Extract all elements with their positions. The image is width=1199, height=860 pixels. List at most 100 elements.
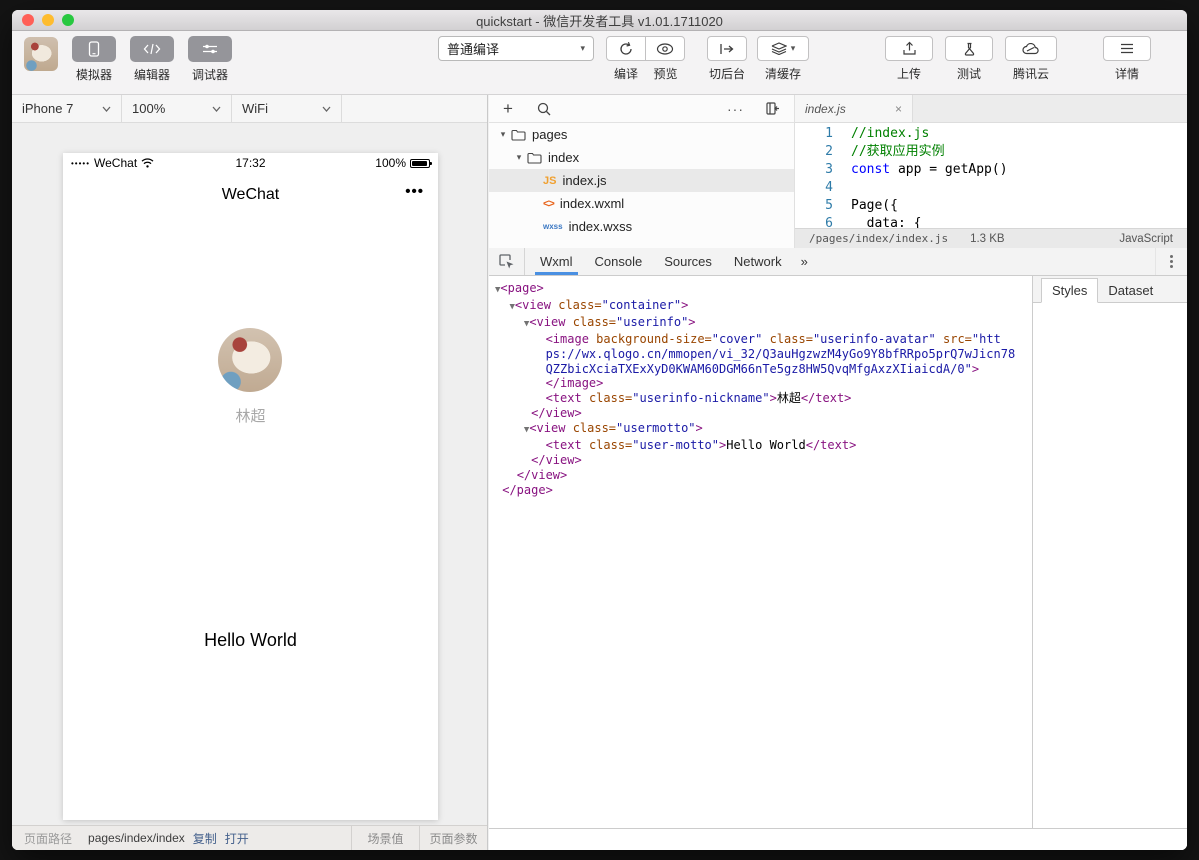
close-tab-icon[interactable]: × <box>895 102 902 116</box>
refresh-icon <box>618 41 634 57</box>
add-file-button[interactable]: + <box>503 99 513 119</box>
tab-network[interactable]: Network <box>723 248 793 275</box>
copy-path-link[interactable]: 复制 <box>193 830 217 847</box>
collapse-panel-icon[interactable] <box>766 102 780 115</box>
compile-button[interactable]: 编译 <box>606 36 646 82</box>
title-bar: quickstart - 微信开发者工具 v1.01.1711020 <box>12 10 1187 31</box>
wxml-node[interactable]: QZZbicXciaTXExXyD0KWAM60DGM66nTe5gz8HW5Q… <box>495 362 1032 377</box>
upload-button[interactable]: 上传 <box>885 36 933 82</box>
tree-expand-icon[interactable]: ▾ <box>497 129 509 140</box>
wxml-node[interactable]: <image background-size="cover" class="us… <box>495 332 1032 347</box>
search-icon[interactable] <box>537 102 551 116</box>
compile-mode-select[interactable]: 普通编译 ▾ <box>438 36 594 61</box>
tab-index-js[interactable]: index.js × <box>795 95 913 122</box>
tree-item-index.wxml[interactable]: <>index.wxml <box>489 192 794 215</box>
phone-screen: ••••• WeChat 17:32 100% WeChat ••• 林超 He… <box>63 153 438 820</box>
wxml-node[interactable]: </image> <box>495 376 1032 391</box>
code-line: 2//获取应用实例 <box>795 143 1187 161</box>
tree-item-index.js[interactable]: JSindex.js <box>489 169 794 192</box>
tab-styles[interactable]: Styles <box>1041 278 1098 303</box>
more-actions-button[interactable]: ··· <box>727 101 744 117</box>
wxml-tree: ▼<page> ▼<view class="container"> ▼<view… <box>489 276 1032 828</box>
chevron-down-icon <box>322 106 331 112</box>
wxml-node[interactable]: ▼<view class="container"> <box>495 298 1032 315</box>
wxml-node[interactable]: ▼<page> <box>495 281 1032 298</box>
editor-status-bar: /pages/index/index.js 1.3 KB JavaScript <box>795 228 1187 248</box>
debugger-toggle-button[interactable]: 调试器 <box>188 36 232 83</box>
battery-icon <box>410 159 430 168</box>
folder-icon <box>527 152 542 164</box>
tree-item-pages[interactable]: ▾pages <box>489 123 794 146</box>
tencent-cloud-button[interactable]: 腾讯云 <box>1005 36 1057 82</box>
wxml-node[interactable]: </view> <box>495 453 1032 468</box>
scene-value-button[interactable]: 场景值 <box>351 826 419 850</box>
code-editor: index.js × 1//index.js2//获取应用实例3const ap… <box>795 95 1187 248</box>
zoom-select[interactable]: 100% <box>122 95 232 122</box>
wxml-node[interactable]: ▼<view class="usermotto"> <box>495 421 1032 438</box>
chevron-down-icon <box>102 106 111 112</box>
file-tree-toolbar: + ··· <box>489 95 794 123</box>
user-avatar[interactable] <box>24 37 58 71</box>
phone-nav-bar: WeChat ••• <box>63 181 438 209</box>
code-area[interactable]: 1//index.js2//获取应用实例3const app = getApp(… <box>795 123 1187 228</box>
nav-title: WeChat <box>63 186 438 204</box>
tab-dataset[interactable]: Dataset <box>1098 279 1163 302</box>
nav-more-button[interactable]: ••• <box>405 183 424 200</box>
file-tree-panel: + ··· ▾pages▾indexJSindex.js<>index.wxml… <box>489 95 795 248</box>
simulator-toggle-button[interactable]: 模拟器 <box>72 36 116 83</box>
preview-button[interactable]: 预览 <box>646 36 685 82</box>
userinfo-nickname: 林超 <box>63 405 438 426</box>
editor-toggle-button[interactable]: 编辑器 <box>130 36 174 83</box>
upload-icon <box>902 41 917 56</box>
code-line: 3const app = getApp() <box>795 161 1187 179</box>
inspect-element-button[interactable] <box>489 248 525 275</box>
file-tree: ▾pages▾indexJSindex.js<>index.wxmlwxssin… <box>489 123 794 238</box>
editor-tab-bar: index.js × <box>795 95 1187 123</box>
minimize-window-button[interactable] <box>42 14 54 26</box>
tree-expand-icon[interactable]: ▾ <box>513 152 525 163</box>
code-icon <box>143 43 161 55</box>
code-line: 1//index.js <box>795 125 1187 143</box>
user-motto: Hello World <box>63 630 438 651</box>
page-path-value: pages/index/index <box>88 831 185 845</box>
switch-background-button[interactable]: 切后台 <box>707 36 747 82</box>
wxml-node[interactable]: <text class="user-motto">Hello World</te… <box>495 438 1032 453</box>
file-path: /pages/index/index.js <box>809 232 948 245</box>
tree-item-index.wxss[interactable]: wxssindex.wxss <box>489 215 794 238</box>
devtools-menu-button[interactable] <box>1155 248 1187 275</box>
wxml-node[interactable]: </view> <box>495 468 1032 483</box>
main-toolbar: 模拟器 编辑器 调试器 普通编译 ▾ 编译 预览 <box>12 31 1187 95</box>
debugger-icon <box>202 43 218 55</box>
userinfo-avatar[interactable] <box>218 328 282 392</box>
tab-console[interactable]: Console <box>584 248 654 275</box>
wxml-node[interactable]: ps://wx.qlogo.cn/mmopen/vi_32/Q3auHgzwzM… <box>495 347 1032 362</box>
chevron-down-icon <box>212 106 221 112</box>
tree-item-index[interactable]: ▾index <box>489 146 794 169</box>
close-window-button[interactable] <box>22 14 34 26</box>
clear-cache-button[interactable]: ▾ 清缓存 <box>757 36 809 82</box>
chevron-down-icon: ▾ <box>791 43 796 54</box>
code-line: 6 data: { <box>795 215 1187 228</box>
more-tabs-button[interactable]: » <box>793 248 816 275</box>
wxml-node[interactable]: ▼<view class="userinfo"> <box>495 315 1032 332</box>
network-select[interactable]: WiFi <box>232 95 342 122</box>
layers-icon <box>771 42 787 55</box>
file-language: JavaScript <box>1119 233 1173 245</box>
open-path-link[interactable]: 打开 <box>225 830 249 847</box>
switch-background-icon <box>719 43 735 55</box>
clock-label: 17:32 <box>63 156 438 170</box>
device-select[interactable]: iPhone 7 <box>12 95 122 122</box>
window-title: quickstart - 微信开发者工具 v1.01.1711020 <box>476 11 723 30</box>
zoom-window-button[interactable] <box>62 14 74 26</box>
tab-sources[interactable]: Sources <box>653 248 723 275</box>
devtools-panel: Wxml Console Sources Network » ▼<page> ▼… <box>489 248 1187 850</box>
wxml-node[interactable]: <text class="userinfo-nickname">林超</text… <box>495 391 1032 406</box>
wxml-node[interactable]: </page> <box>495 483 1032 498</box>
flask-icon <box>963 42 976 56</box>
test-button[interactable]: 测试 <box>945 36 993 82</box>
tab-wxml[interactable]: Wxml <box>529 248 584 275</box>
details-button[interactable]: 详情 <box>1103 36 1151 82</box>
page-params-button[interactable]: 页面参数 <box>419 826 487 850</box>
app-window: quickstart - 微信开发者工具 v1.01.1711020 模拟器 编… <box>12 10 1187 850</box>
wxml-node[interactable]: </view> <box>495 406 1032 421</box>
